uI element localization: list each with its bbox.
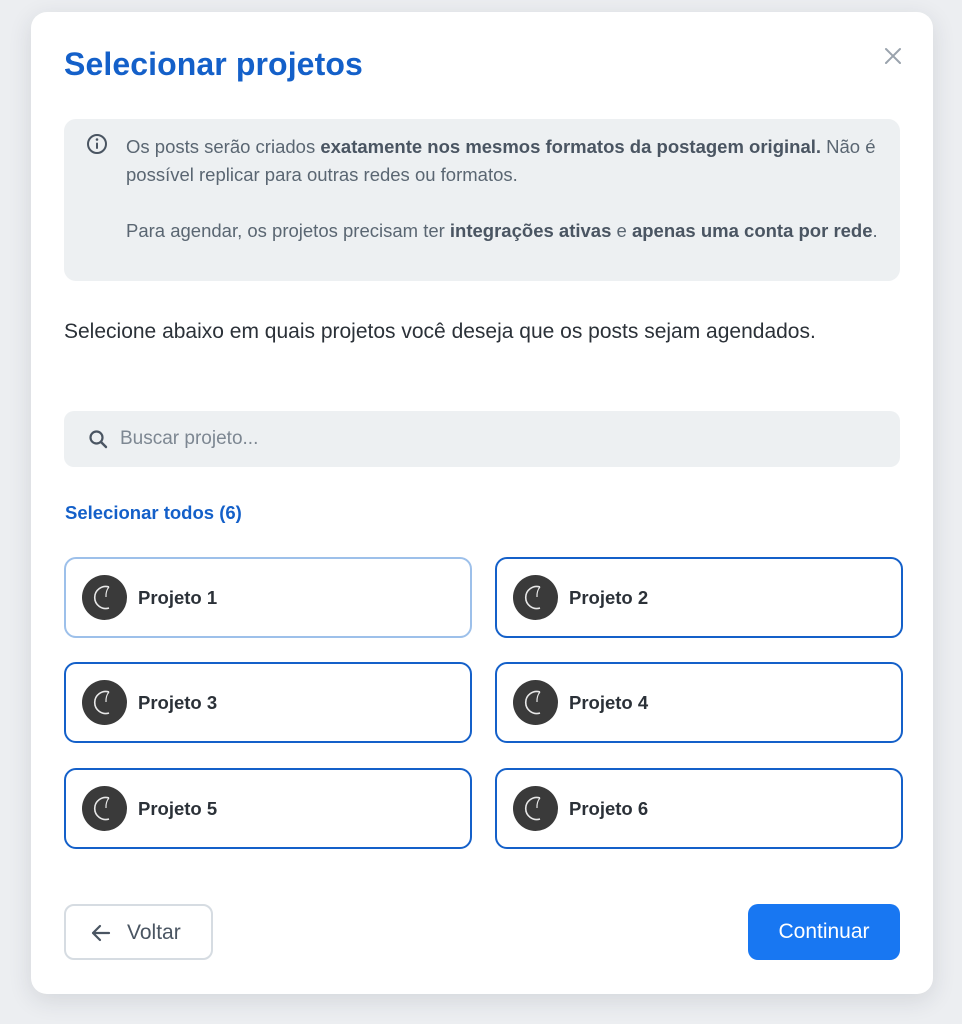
arrow-left-icon [91, 924, 111, 942]
project-name: Projeto 3 [138, 692, 218, 713]
project-name: Projeto 5 [138, 798, 218, 819]
project-avatar-icon [513, 575, 558, 620]
project-avatar-icon [82, 575, 127, 620]
project-card-6[interactable]: Projeto 6 [495, 768, 903, 849]
project-card-1[interactable]: Projeto 1 [64, 557, 472, 638]
project-name: Projeto 4 [569, 692, 649, 713]
info-paragraph-1: Os posts serão criados exatamente nos me… [126, 136, 876, 185]
project-card-4[interactable]: Projeto 4 [495, 662, 903, 743]
info-icon [87, 134, 107, 154]
project-card-2[interactable]: Projeto 2 [495, 557, 903, 638]
project-name: Projeto 2 [569, 587, 649, 608]
project-avatar-icon [82, 786, 127, 831]
info-paragraph-2: Para agendar, os projetos precisam ter i… [126, 220, 878, 241]
project-avatar-icon [513, 786, 558, 831]
select-all-link[interactable]: Selecionar todos (6) [65, 502, 242, 524]
project-avatar-icon [513, 680, 558, 725]
back-button[interactable]: Voltar [64, 904, 213, 960]
project-card-3[interactable]: Projeto 3 [64, 662, 472, 743]
project-avatar-icon [82, 680, 127, 725]
info-text: Os posts serão criados exatamente nos me… [126, 133, 886, 245]
search-input[interactable] [120, 411, 880, 467]
close-icon [885, 48, 901, 64]
search-field[interactable] [64, 411, 900, 467]
search-icon [89, 430, 108, 449]
project-name: Projeto 1 [138, 587, 218, 608]
project-card-5[interactable]: Projeto 5 [64, 768, 472, 849]
info-box: Os posts serão criados exatamente nos me… [64, 119, 900, 281]
back-button-label: Voltar [127, 921, 181, 944]
select-projects-modal: Selecionar projetos Os posts serão criad… [31, 12, 933, 994]
modal-title: Selecionar projetos [64, 46, 363, 82]
project-name: Projeto 6 [569, 798, 649, 819]
instructions-text: Selecione abaixo em quais projetos você … [64, 320, 816, 343]
continue-button[interactable]: Continuar [748, 904, 900, 960]
continue-button-label: Continuar [778, 920, 870, 943]
close-button[interactable] [879, 42, 907, 70]
